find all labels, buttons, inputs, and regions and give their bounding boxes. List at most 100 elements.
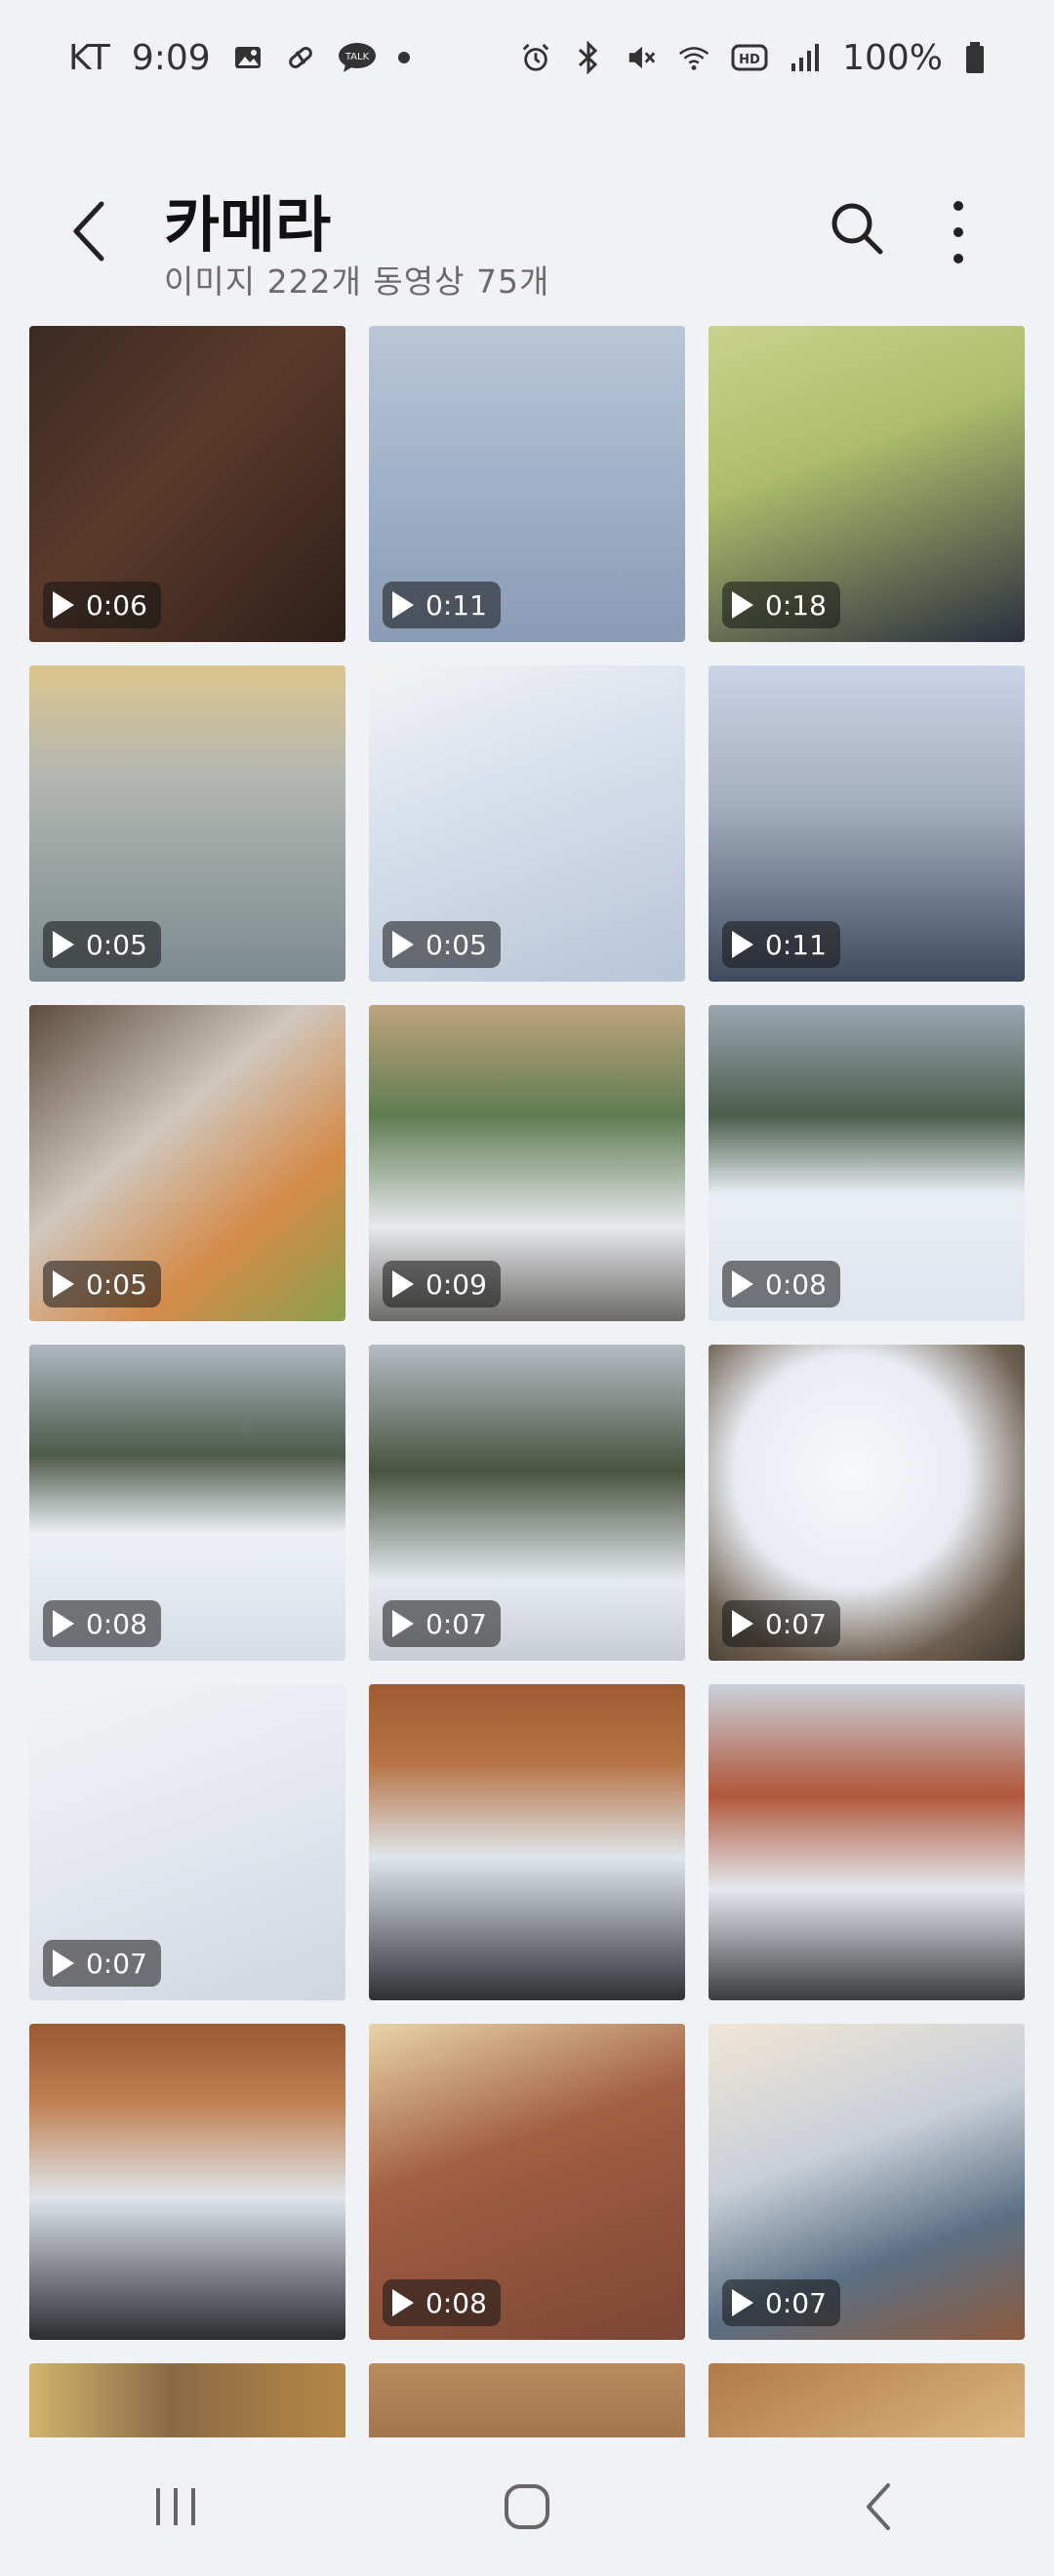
video-duration: 0:05 bbox=[86, 928, 147, 961]
nav-back-icon bbox=[867, 2483, 890, 2530]
hd-icon: HD bbox=[731, 42, 768, 73]
recents-button[interactable] bbox=[137, 2468, 215, 2546]
search-button[interactable] bbox=[830, 201, 884, 256]
battery-percent: 100% bbox=[842, 37, 943, 78]
hd-badge-text: HD bbox=[739, 53, 760, 67]
signal-icon bbox=[790, 42, 821, 73]
video-thumbnail[interactable]: 0:11 bbox=[709, 665, 1025, 982]
media-grid: 0:06 0:11 0:18 0:05 0:05 0:11 0:05 0:09 … bbox=[29, 326, 1025, 2437]
home-icon bbox=[505, 2484, 549, 2529]
duration-badge: 0:05 bbox=[383, 921, 501, 968]
duration-badge: 0:08 bbox=[383, 2279, 501, 2326]
video-thumbnail[interactable]: 0:05 bbox=[369, 665, 685, 982]
video-thumbnail[interactable]: 0:07 bbox=[709, 1345, 1025, 1661]
image-thumbnail[interactable] bbox=[709, 1684, 1025, 2000]
talk-icon: TALK bbox=[338, 42, 377, 73]
video-thumbnail[interactable]: 0:06 bbox=[29, 326, 345, 642]
back-button[interactable] bbox=[68, 197, 117, 265]
image-thumbnail[interactable] bbox=[369, 2363, 685, 2437]
play-icon bbox=[392, 1270, 414, 1298]
duration-badge: 0:06 bbox=[43, 582, 161, 628]
video-duration: 0:06 bbox=[86, 588, 147, 622]
play-icon bbox=[732, 2289, 753, 2316]
carrier-label: KT bbox=[68, 37, 110, 78]
play-icon bbox=[53, 1270, 74, 1298]
alarm-icon bbox=[520, 42, 551, 73]
video-thumbnail[interactable]: 0:11 bbox=[369, 326, 685, 642]
play-icon bbox=[392, 931, 414, 958]
more-vertical-icon bbox=[953, 201, 963, 211]
play-icon bbox=[392, 1610, 414, 1637]
mute-icon bbox=[626, 42, 657, 73]
image-thumbnail[interactable] bbox=[29, 2363, 345, 2437]
video-thumbnail[interactable]: 0:05 bbox=[29, 665, 345, 982]
duration-badge: 0:11 bbox=[722, 921, 840, 968]
play-icon bbox=[53, 931, 74, 958]
video-duration: 0:07 bbox=[86, 1947, 147, 1980]
pill-icon bbox=[285, 42, 316, 73]
play-icon bbox=[732, 1610, 753, 1637]
video-duration: 0:08 bbox=[765, 1268, 827, 1301]
search-icon bbox=[831, 203, 883, 255]
notification-dot bbox=[397, 52, 410, 63]
video-duration: 0:18 bbox=[765, 588, 827, 622]
video-thumbnail[interactable]: 0:18 bbox=[709, 326, 1025, 642]
play-icon bbox=[53, 591, 74, 619]
play-icon bbox=[732, 591, 753, 619]
video-thumbnail[interactable]: 0:09 bbox=[369, 1005, 685, 1321]
image-thumbnail[interactable] bbox=[29, 2024, 345, 2340]
duration-badge: 0:07 bbox=[722, 2279, 840, 2326]
image-icon bbox=[232, 42, 264, 73]
video-duration: 0:07 bbox=[765, 2286, 827, 2319]
album-title: 카메라 bbox=[164, 189, 332, 261]
video-thumbnail[interactable]: 0:08 bbox=[29, 1345, 345, 1661]
play-icon bbox=[392, 591, 414, 619]
system-nav-bar bbox=[0, 2437, 1054, 2576]
duration-badge: 0:07 bbox=[722, 1600, 840, 1647]
nav-back-button[interactable] bbox=[839, 2468, 917, 2546]
video-duration: 0:11 bbox=[765, 928, 827, 961]
status-bar: KT 9:09 TALK HD 100% bbox=[0, 0, 1054, 115]
duration-badge: 0:09 bbox=[383, 1261, 501, 1308]
video-thumbnail[interactable]: 0:08 bbox=[369, 2024, 685, 2340]
talk-badge-text: TALK bbox=[345, 52, 370, 62]
video-duration: 0:07 bbox=[426, 1607, 487, 1640]
play-icon bbox=[732, 1270, 753, 1298]
duration-badge: 0:07 bbox=[43, 1940, 161, 1987]
video-duration: 0:05 bbox=[426, 928, 487, 961]
duration-badge: 0:18 bbox=[722, 582, 840, 628]
video-duration: 0:07 bbox=[765, 1607, 827, 1640]
video-duration: 0:11 bbox=[426, 588, 487, 622]
album-count: 이미지 222개 동영상 75개 bbox=[164, 262, 550, 301]
duration-badge: 0:08 bbox=[43, 1600, 161, 1647]
image-thumbnail[interactable] bbox=[709, 2363, 1025, 2437]
duration-badge: 0:11 bbox=[383, 582, 501, 628]
duration-badge: 0:05 bbox=[43, 921, 161, 968]
play-icon bbox=[732, 931, 753, 958]
video-thumbnail[interactable]: 0:05 bbox=[29, 1005, 345, 1321]
home-button[interactable] bbox=[488, 2468, 566, 2546]
video-thumbnail[interactable]: 0:07 bbox=[369, 1345, 685, 1661]
wifi-icon bbox=[678, 42, 709, 73]
app-header: 카메라 이미지 222개 동영상 75개 bbox=[0, 166, 1054, 312]
clock: 9:09 bbox=[131, 37, 211, 78]
back-arrow-icon bbox=[73, 201, 104, 262]
more-options-button[interactable] bbox=[945, 201, 972, 263]
status-left: KT 9:09 TALK bbox=[68, 38, 410, 78]
duration-badge: 0:05 bbox=[43, 1261, 161, 1308]
recents-icon bbox=[156, 2488, 195, 2525]
duration-badge: 0:08 bbox=[722, 1261, 840, 1308]
status-right: HD 100% bbox=[520, 38, 986, 78]
video-thumbnail[interactable]: 0:07 bbox=[709, 2024, 1025, 2340]
play-icon bbox=[53, 1950, 74, 1977]
video-duration: 0:08 bbox=[426, 2286, 487, 2319]
video-duration: 0:09 bbox=[426, 1268, 487, 1301]
battery-icon bbox=[964, 42, 986, 73]
video-thumbnail[interactable]: 0:08 bbox=[709, 1005, 1025, 1321]
play-icon bbox=[392, 2289, 414, 2316]
duration-badge: 0:07 bbox=[383, 1600, 501, 1647]
play-icon bbox=[53, 1610, 74, 1637]
bluetooth-icon bbox=[573, 41, 604, 74]
video-thumbnail[interactable]: 0:07 bbox=[29, 1684, 345, 2000]
image-thumbnail[interactable] bbox=[369, 1684, 685, 2000]
